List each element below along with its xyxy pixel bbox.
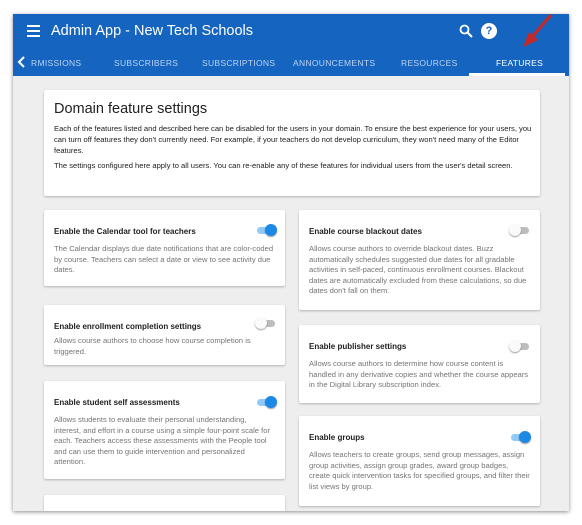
active-tab-indicator [469,73,565,76]
feature-card-publisher: Enable publisher settings Allows course … [299,325,540,403]
page-title: Domain feature settings [54,101,208,117]
app-window: Admin App - New Tech Schools ? RMISSIONS… [13,14,569,511]
feature-description: Allows course authors to determine how c… [309,359,529,389]
feature-description: The Calendar displays due date notificat… [54,244,274,274]
self-assessment-toggle[interactable] [255,396,277,408]
feature-title: Enable publisher settings [309,342,407,351]
hamburger-menu-icon[interactable] [27,25,40,37]
feature-description: Allows course authors to override blacko… [309,244,527,295]
feature-card-self-assessment: Enable student self assessments Allows s… [44,381,285,479]
tab-resources[interactable]: RESOURCES [401,58,458,68]
feature-card-partial [44,495,285,511]
help-icon[interactable]: ? [481,23,497,39]
calendar-toggle[interactable] [255,224,277,236]
publisher-toggle[interactable] [509,340,531,352]
annotation-arrow-icon [523,14,552,47]
feature-description: Allows course authors to choose how cour… [54,336,251,356]
feature-card-groups: Enable groups Allows teachers to create … [299,416,540,506]
app-title: Admin App - New Tech Schools [51,23,254,39]
feature-card-blackout: Enable course blackout dates Allows cour… [299,210,540,310]
tab-subscribers[interactable]: SUBSCRIBERS [114,58,178,68]
feature-description: Allows students to evaluate their person… [54,415,270,466]
feature-title: Enable student self assessments [54,398,180,407]
tab-subscriptions[interactable]: SUBSCRIPTIONS [202,58,275,68]
tab-features[interactable]: FEATURES [496,58,543,68]
feature-title: Enable groups [309,433,365,442]
app-bar: Admin App - New Tech Schools ? [13,14,569,48]
search-icon[interactable] [459,24,473,38]
intro-paragraph: The settings configured here apply to al… [54,161,513,170]
chevron-left-icon[interactable] [17,56,27,68]
feature-card-calendar: Enable the Calendar tool for teachers Th… [44,210,285,286]
feature-title: Enable course blackout dates [309,227,422,236]
feature-title: Enable enrollment completion settings [54,322,202,331]
groups-toggle[interactable] [509,431,531,443]
intro-card: Domain feature settings Each of the feat… [44,90,540,196]
intro-paragraph: Each of the features listed and describe… [54,124,532,155]
blackout-toggle[interactable] [509,224,531,236]
enrollment-toggle[interactable] [255,317,277,329]
feature-title: Enable the Calendar tool for teachers [54,227,196,236]
feature-card-enrollment: Enable enrollment completion settings Al… [44,305,285,365]
tab-announcements[interactable]: ANNOUNCEMENTS [293,58,375,68]
tab-permissions[interactable]: RMISSIONS [31,58,81,68]
tab-bar: RMISSIONS SUBSCRIBERS SUBSCRIPTIONS ANNO… [13,48,569,76]
feature-description: Allows teachers to create groups, send g… [309,450,530,491]
